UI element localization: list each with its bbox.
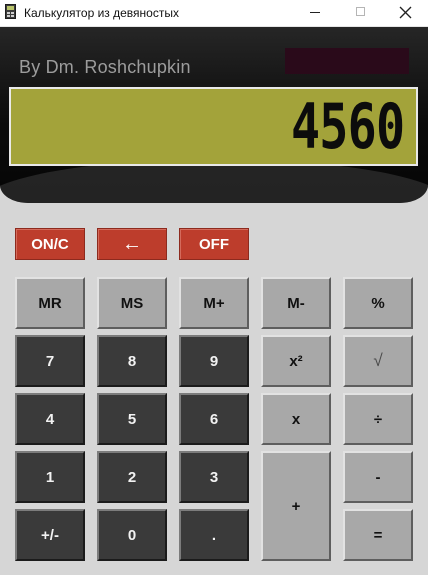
memory-indicator (285, 48, 409, 74)
digit-3-button[interactable]: 3 (179, 451, 249, 503)
title-bar[interactable]: Калькулятор из девяностых (0, 0, 428, 27)
digit-8-button[interactable]: 8 (97, 335, 167, 387)
decimal-point-button[interactable]: . (179, 509, 249, 561)
square-button[interactable]: x² (261, 335, 331, 387)
square-root-button[interactable]: √ (343, 335, 413, 387)
multiply-button[interactable]: x (261, 393, 331, 445)
maximize-button[interactable] (338, 0, 384, 26)
negate-button[interactable]: +/- (15, 509, 85, 561)
calculator-body: By Dm. Roshchupkin 4560 ON/C ← OFF MR MS… (0, 27, 428, 575)
window-title: Калькулятор из девяностых (24, 6, 179, 20)
digit-2-button[interactable]: 2 (97, 451, 167, 503)
memory-store-button[interactable]: MS (97, 277, 167, 329)
close-button[interactable] (382, 0, 428, 26)
digit-6-button[interactable]: 6 (179, 393, 249, 445)
digit-5-button[interactable]: 5 (97, 393, 167, 445)
memory-subtract-button[interactable]: M- (261, 277, 331, 329)
digit-0-button[interactable]: 0 (97, 509, 167, 561)
close-icon (399, 6, 412, 19)
percent-button[interactable]: % (343, 277, 413, 329)
on-clear-button[interactable]: ON/C (15, 228, 85, 260)
divide-button[interactable]: ÷ (343, 393, 413, 445)
digit-7-button[interactable]: 7 (15, 335, 85, 387)
plus-button[interactable]: + (261, 451, 331, 561)
display-panel: By Dm. Roshchupkin 4560 (0, 27, 428, 203)
display-value: 4560 (290, 90, 405, 163)
equals-button[interactable]: = (343, 509, 413, 561)
display-screen: 4560 (9, 87, 418, 166)
memory-recall-button[interactable]: MR (15, 277, 85, 329)
minimize-button[interactable] (292, 0, 338, 26)
digit-1-button[interactable]: 1 (15, 451, 85, 503)
author-label: By Dm. Roshchupkin (19, 57, 191, 77)
off-button[interactable]: OFF (179, 228, 249, 260)
memory-add-button[interactable]: M+ (179, 277, 249, 329)
digit-4-button[interactable]: 4 (15, 393, 85, 445)
backspace-button[interactable]: ← (97, 228, 167, 260)
digit-9-button[interactable]: 9 (179, 335, 249, 387)
calculator-icon (5, 4, 16, 19)
minus-button[interactable]: - (343, 451, 413, 503)
